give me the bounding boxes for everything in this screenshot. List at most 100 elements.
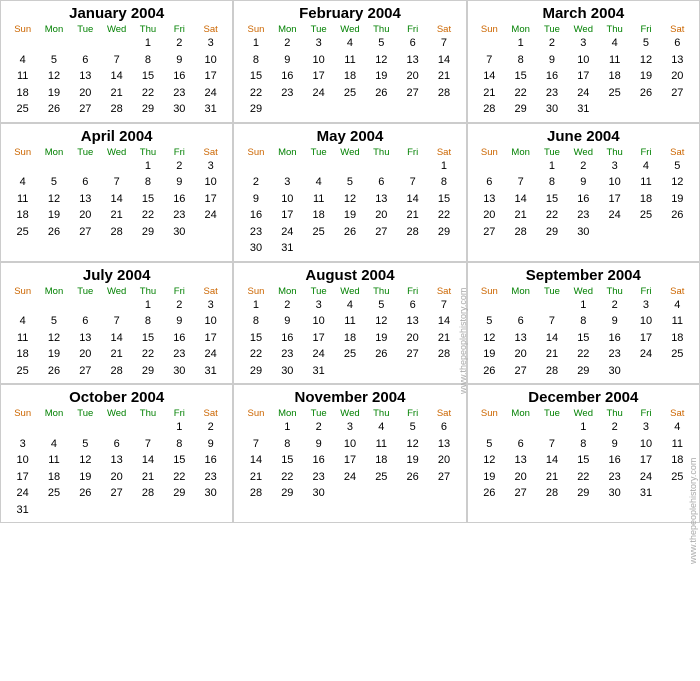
day-cell: 3	[195, 158, 226, 175]
day-cell	[132, 502, 163, 519]
month-october-2004: October 2004SunMonTueWedThuFriSat1234567…	[0, 384, 233, 523]
day-cell: 18	[366, 452, 397, 469]
day-cell	[303, 240, 334, 257]
day-cell: 13	[474, 191, 505, 208]
day-cell: 10	[599, 174, 630, 191]
day-header-tue: Tue	[536, 286, 567, 297]
day-cell: 12	[474, 452, 505, 469]
month-title: July 2004	[7, 267, 226, 284]
day-cell: 18	[7, 346, 38, 363]
day-cell	[428, 101, 459, 118]
day-cell: 27	[397, 346, 428, 363]
day-cell: 24	[303, 85, 334, 102]
day-cell: 22	[272, 469, 303, 486]
day-cell: 18	[334, 330, 365, 347]
day-header-mon: Mon	[38, 286, 69, 297]
day-cell: 10	[272, 191, 303, 208]
day-cell: 16	[240, 207, 271, 224]
day-cell	[334, 101, 365, 118]
day-cell: 9	[164, 174, 195, 191]
day-cell: 17	[272, 207, 303, 224]
day-cell: 13	[70, 330, 101, 347]
day-cell: 5	[38, 174, 69, 191]
day-cell: 22	[240, 346, 271, 363]
day-cell: 18	[303, 207, 334, 224]
day-cell: 2	[164, 35, 195, 52]
day-cell: 27	[474, 224, 505, 241]
day-cell: 11	[38, 452, 69, 469]
day-cell: 2	[195, 419, 226, 436]
day-cell: 26	[70, 485, 101, 502]
day-cell: 25	[662, 346, 693, 363]
day-header-wed: Wed	[334, 24, 365, 35]
day-cell	[630, 363, 661, 380]
day-cell	[70, 502, 101, 519]
day-cell: 20	[505, 346, 536, 363]
day-cell: 2	[568, 158, 599, 175]
day-cell: 17	[195, 330, 226, 347]
day-cell: 19	[397, 452, 428, 469]
day-cell: 23	[272, 85, 303, 102]
day-cell	[70, 158, 101, 175]
day-cell: 30	[164, 101, 195, 118]
day-cell: 17	[334, 452, 365, 469]
day-cell: 15	[164, 452, 195, 469]
day-cell: 5	[474, 436, 505, 453]
days-grid: SunMonTueWedThuFriSat1234567891011121314…	[7, 286, 226, 380]
day-header-wed: Wed	[101, 24, 132, 35]
day-header-sun: Sun	[240, 408, 271, 419]
month-march-2004: March 2004SunMonTueWedThuFriSat123456789…	[467, 0, 700, 123]
day-header-mon: Mon	[272, 147, 303, 158]
day-cell: 16	[536, 68, 567, 85]
month-title: January 2004	[7, 5, 226, 22]
day-header-thu: Thu	[366, 147, 397, 158]
days-grid: SunMonTueWedThuFriSat1234567891011121314…	[240, 147, 459, 257]
day-cell: 4	[38, 436, 69, 453]
day-cell: 1	[536, 158, 567, 175]
day-cell: 18	[662, 330, 693, 347]
day-cell: 9	[164, 313, 195, 330]
day-cell: 5	[397, 419, 428, 436]
month-april-2004: April 2004SunMonTueWedThuFriSat123456789…	[0, 123, 233, 262]
day-cell: 16	[272, 68, 303, 85]
day-cell: 2	[599, 297, 630, 314]
day-cell: 19	[334, 207, 365, 224]
day-cell: 6	[505, 313, 536, 330]
days-grid: SunMonTueWedThuFriSat1234567891011121314…	[7, 147, 226, 241]
day-cell: 10	[195, 52, 226, 69]
day-cell: 28	[474, 101, 505, 118]
day-cell: 18	[7, 207, 38, 224]
day-cell: 5	[38, 52, 69, 69]
day-cell: 17	[195, 191, 226, 208]
day-cell: 25	[630, 207, 661, 224]
day-header-sun: Sun	[240, 147, 271, 158]
day-cell	[195, 502, 226, 519]
day-cell: 5	[630, 35, 661, 52]
day-cell: 13	[70, 68, 101, 85]
day-cell: 12	[70, 452, 101, 469]
day-cell: 26	[366, 346, 397, 363]
day-cell: 6	[662, 35, 693, 52]
day-cell: 26	[38, 363, 69, 380]
day-header-tue: Tue	[536, 24, 567, 35]
day-header-sat: Sat	[662, 147, 693, 158]
day-cell: 1	[240, 297, 271, 314]
day-cell: 21	[101, 85, 132, 102]
day-header-thu: Thu	[599, 147, 630, 158]
day-header-mon: Mon	[272, 24, 303, 35]
day-header-thu: Thu	[132, 286, 163, 297]
day-cell: 25	[38, 485, 69, 502]
day-cell: 21	[536, 346, 567, 363]
day-cell: 31	[195, 101, 226, 118]
day-header-tue: Tue	[70, 408, 101, 419]
day-cell: 8	[272, 436, 303, 453]
day-cell	[397, 158, 428, 175]
day-cell: 30	[240, 240, 271, 257]
day-cell	[240, 419, 271, 436]
day-cell	[38, 35, 69, 52]
day-cell: 3	[568, 35, 599, 52]
day-cell: 8	[132, 313, 163, 330]
day-header-fri: Fri	[164, 147, 195, 158]
day-cell: 23	[568, 207, 599, 224]
day-cell	[599, 101, 630, 118]
